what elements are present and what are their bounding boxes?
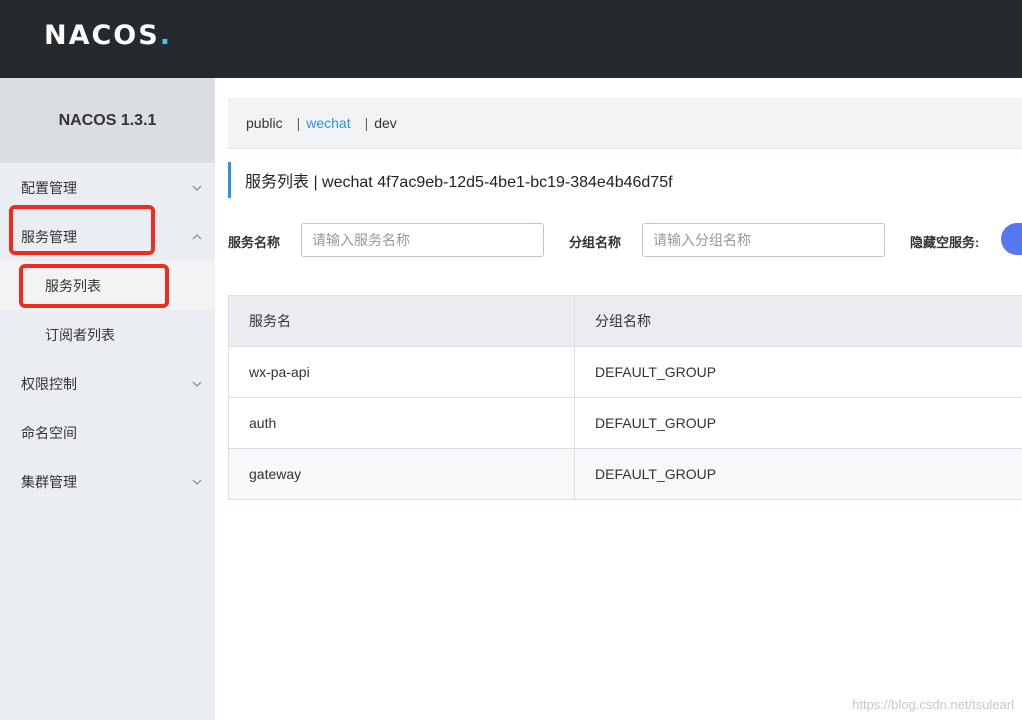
- namespace-separator: |: [296, 115, 301, 131]
- sidebar-item-config-management[interactable]: 配置管理: [0, 163, 215, 212]
- sidebar-item-service-list[interactable]: 服务列表: [0, 261, 215, 310]
- sidebar-item-label: 服务管理: [21, 228, 77, 245]
- column-header-group-name[interactable]: 分组名称: [575, 296, 1022, 346]
- service-name-cell: gateway: [229, 449, 575, 499]
- sidebar-item-label: 服务列表: [45, 277, 101, 294]
- sidebar-item-access-control[interactable]: 权限控制: [0, 359, 215, 408]
- sidebar-item-cluster-management[interactable]: 集群管理: [0, 457, 215, 506]
- sidebar-item-label: 集群管理: [21, 473, 77, 490]
- table-row[interactable]: gateway DEFAULT_GROUP: [229, 449, 1022, 500]
- sidebar-item-label: 订阅者列表: [45, 326, 115, 343]
- sidebar-item-namespace[interactable]: 命名空间: [0, 408, 215, 457]
- group-name-label: 分组名称: [569, 235, 622, 250]
- namespace-dev[interactable]: dev: [374, 115, 397, 131]
- namespace-wechat[interactable]: wechat: [306, 115, 350, 131]
- version-title: NACOS 1.3.1: [0, 78, 215, 163]
- top-header: NACOS.: [0, 0, 1022, 78]
- chevron-down-icon: [191, 182, 203, 194]
- group-name-cell: DEFAULT_GROUP: [595, 364, 717, 380]
- chevron-down-icon: [191, 476, 203, 488]
- service-name-input[interactable]: [301, 223, 544, 257]
- sidebar-item-label: 权限控制: [21, 375, 77, 392]
- page-title: 服务列表 | wechat 4f7ac9eb-12d5-4be1-bc19-38…: [228, 162, 673, 198]
- filter-bar: 服务名称 分组名称 隐藏空服务:: [228, 222, 1022, 258]
- table-header-row: 服务名 分组名称: [229, 296, 1022, 347]
- hide-empty-label: 隐藏空服务:: [910, 235, 980, 250]
- group-name-cell: DEFAULT_GROUP: [595, 466, 717, 482]
- table-row[interactable]: auth DEFAULT_GROUP: [229, 398, 1022, 449]
- namespace-public[interactable]: public: [246, 115, 283, 131]
- main-content: public | wechat | dev 服务列表 | wechat 4f7a…: [228, 98, 1022, 500]
- sidebar-item-service-management[interactable]: 服务管理: [0, 212, 215, 261]
- sidebar: NACOS 1.3.1 配置管理 服务管理 服务列表 订阅者列表 权限控制 命名…: [0, 78, 215, 720]
- service-table: 服务名 分组名称 wx-pa-api DEFAULT_GROUP auth DE…: [228, 295, 1022, 500]
- sidebar-item-label: 配置管理: [21, 179, 77, 196]
- chevron-down-icon: [191, 378, 203, 390]
- group-name-input[interactable]: [642, 223, 885, 257]
- nacos-logo[interactable]: NACOS.: [44, 20, 172, 51]
- chevron-up-icon: [191, 231, 203, 243]
- service-name-cell: wx-pa-api: [229, 347, 575, 397]
- sidebar-item-subscriber-list[interactable]: 订阅者列表: [0, 310, 215, 359]
- table-row[interactable]: wx-pa-api DEFAULT_GROUP: [229, 347, 1022, 398]
- sidebar-item-label: 命名空间: [21, 424, 77, 441]
- group-name-cell: DEFAULT_GROUP: [595, 415, 717, 431]
- hide-empty-toggle[interactable]: [1001, 223, 1022, 255]
- watermark: https://blog.csdn.net/tsulearl: [852, 697, 1014, 712]
- column-header-service-name[interactable]: 服务名: [229, 296, 575, 346]
- namespace-bar: public | wechat | dev: [228, 98, 1022, 149]
- service-name-cell: auth: [229, 398, 575, 448]
- namespace-separator: |: [364, 115, 369, 131]
- service-name-label: 服务名称: [228, 235, 281, 250]
